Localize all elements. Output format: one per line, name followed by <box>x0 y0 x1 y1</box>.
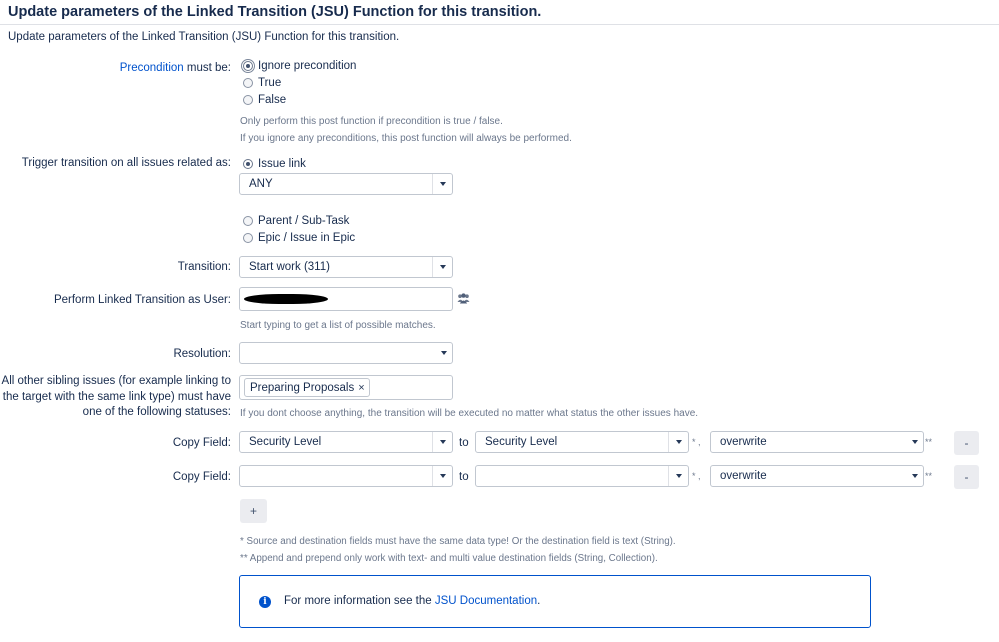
add-copy-field-button[interactable]: + <box>240 499 267 523</box>
radio-label: Issue link <box>258 158 306 170</box>
resolution-label: Resolution: <box>173 348 231 360</box>
radio-label: False <box>258 94 287 106</box>
chevron-down-icon[interactable] <box>432 174 452 194</box>
chevron-down-icon[interactable] <box>432 257 452 277</box>
info-message: For more information see the JSU Documen… <box>284 595 541 607</box>
precondition-help-1: Only perform this post function if preco… <box>240 116 503 127</box>
radio-label: Ignore precondition <box>258 60 357 72</box>
radio-label: Parent / Sub-Task <box>258 215 350 227</box>
page-description: Update parameters of the Linked Transiti… <box>8 31 400 43</box>
radio-ignore-precondition[interactable]: Ignore precondition <box>241 58 357 74</box>
radio-parent-subtask[interactable]: Parent / Sub-Task <box>243 213 349 229</box>
link-type-value: ANY <box>249 178 273 190</box>
copy-field-label: Copy Field: <box>172 471 231 483</box>
radio-button[interactable] <box>241 59 255 73</box>
radio-button[interactable] <box>243 216 253 226</box>
radio-true[interactable]: True <box>243 75 281 91</box>
resolution-select[interactable] <box>239 342 453 364</box>
chevron-down-icon[interactable] <box>668 432 688 452</box>
copy-field-source-select[interactable] <box>239 465 453 487</box>
transition-label: Transition: <box>177 261 231 273</box>
info-icon: i <box>259 596 271 608</box>
jsu-documentation-link[interactable]: JSU Documentation <box>435 595 537 607</box>
close-icon[interactable]: × <box>358 382 364 394</box>
required-marker: * , <box>692 471 701 481</box>
note-append-prepend: ** Append and prepend only work with tex… <box>240 553 658 564</box>
trigger-label: Trigger transition on all issues related… <box>21 157 231 169</box>
mode-note-marker: ** <box>925 437 933 447</box>
radio-label: Epic / Issue in Epic <box>258 232 356 244</box>
precondition-label: Precondition must be: <box>119 62 231 74</box>
radio-button[interactable] <box>243 159 253 169</box>
user-picker-input[interactable] <box>239 287 453 311</box>
copy-field-destination-select[interactable]: Security Level <box>475 431 689 453</box>
status-tag: Preparing Proposals × <box>244 378 370 397</box>
sibling-statuses-label: All other sibling issues (for example li… <box>1 375 231 418</box>
header-divider <box>0 24 999 25</box>
transition-value: Start work (311) <box>249 261 330 273</box>
page-title: Update parameters of the Linked Transiti… <box>8 4 542 20</box>
destination-field-value: Security Level <box>485 436 558 448</box>
to-label: to <box>459 437 469 449</box>
chevron-down-icon[interactable] <box>436 351 452 355</box>
required-marker: * , <box>692 437 701 447</box>
source-field-value: Security Level <box>249 436 322 448</box>
copy-mode-value: overwrite <box>720 436 767 448</box>
status-tag-label: Preparing Proposals <box>250 381 355 394</box>
radio-epic-issue[interactable]: Epic / Issue in Epic <box>243 230 355 246</box>
copy-mode-value: overwrite <box>720 470 767 482</box>
chevron-down-icon[interactable] <box>907 474 923 478</box>
to-label: to <box>459 471 469 483</box>
chevron-down-icon[interactable] <box>432 466 452 486</box>
remove-copy-field-button[interactable]: - <box>954 465 979 489</box>
chevron-down-icon[interactable] <box>432 432 452 452</box>
radio-button[interactable] <box>243 95 253 105</box>
redacted-user-name <box>244 294 328 304</box>
chevron-down-icon[interactable] <box>907 440 923 444</box>
note-data-type: * Source and destination fields must hav… <box>240 536 676 547</box>
chevron-down-icon[interactable] <box>668 466 688 486</box>
radio-button[interactable] <box>243 233 253 243</box>
copy-mode-select[interactable]: overwrite <box>710 431 924 453</box>
user-picker-help: Start typing to get a list of possible m… <box>240 320 436 331</box>
precondition-link[interactable]: Precondition <box>120 62 184 74</box>
radio-false[interactable]: False <box>243 92 286 108</box>
users-icon[interactable] <box>457 293 470 304</box>
radio-issue-link[interactable]: Issue link <box>243 156 306 172</box>
info-panel: i For more information see the JSU Docum… <box>239 575 871 628</box>
transition-select[interactable]: Start work (311) <box>239 256 453 278</box>
copy-field-source-select[interactable]: Security Level <box>239 431 453 453</box>
link-type-select[interactable]: ANY <box>239 173 453 195</box>
precondition-help-2: If you ignore any preconditions, this po… <box>240 133 572 144</box>
copy-field-label: Copy Field: <box>172 437 231 449</box>
post-function-form: Update parameters of the Linked Transiti… <box>0 0 999 642</box>
copy-field-destination-select[interactable] <box>475 465 689 487</box>
copy-mode-select[interactable]: overwrite <box>710 465 924 487</box>
radio-button[interactable] <box>243 78 253 88</box>
sibling-statuses-help: If you dont choose anything, the transit… <box>240 408 699 419</box>
radio-label: True <box>258 77 282 89</box>
remove-copy-field-button[interactable]: - <box>954 431 979 455</box>
mode-note-marker: ** <box>925 471 933 481</box>
perform-as-user-label: Perform Linked Transition as User: <box>53 294 231 306</box>
